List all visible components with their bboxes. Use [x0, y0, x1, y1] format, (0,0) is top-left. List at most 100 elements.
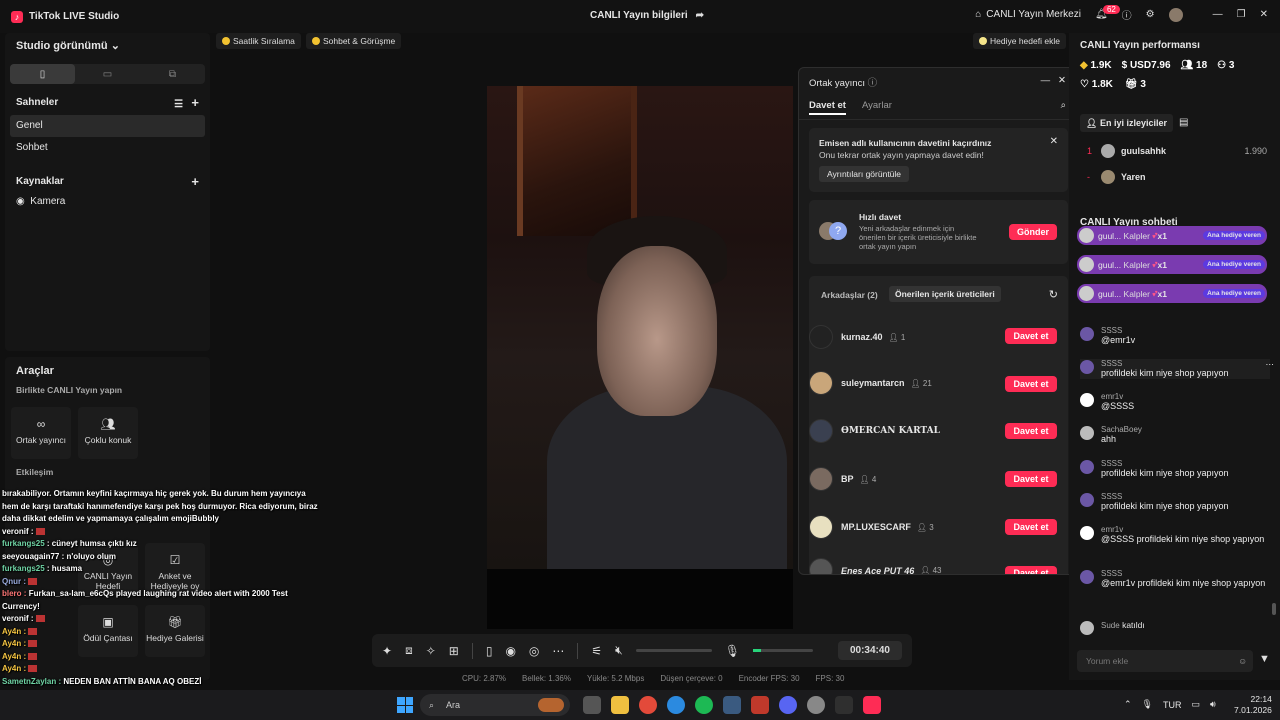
clock[interactable]: 22:14 7.01.2026: [1234, 694, 1272, 716]
media-icon[interactable]: [751, 696, 769, 714]
cohost-tool[interactable]: ∞ Ortak yayıncı: [11, 407, 71, 459]
hourly-label: Saatlik Sıralama: [233, 36, 295, 46]
invite-button[interactable]: Davet et: [1005, 519, 1057, 535]
taskbar-search[interactable]: ⌕ Ara: [420, 694, 570, 716]
source-item-camera[interactable]: ◉ Kamera: [5, 191, 210, 213]
chat-meet-chip[interactable]: Sohbet & Görüşme: [306, 33, 402, 49]
microphone-icon[interactable]: 🎙︎: [1142, 699, 1153, 710]
invite-button[interactable]: Davet et: [1005, 471, 1057, 487]
close-icon[interactable]: ✕: [1050, 136, 1058, 147]
overlay-chat: bırakabiliyor. Ortamın keyfini kaçırmaya…: [2, 488, 322, 688]
phone-icon[interactable]: ▯: [486, 644, 493, 658]
discord-icon[interactable]: [779, 696, 797, 714]
view-details-button[interactable]: Ayrıntıları görüntüle: [819, 166, 910, 182]
list-icon[interactable]: ▤: [1179, 117, 1188, 128]
volume-slider[interactable]: [635, 649, 712, 652]
overlay-user: Ay4n :: [2, 664, 27, 673]
tiktok-live-icon[interactable]: [863, 696, 881, 714]
portrait-layout-icon[interactable]: ▯: [10, 64, 75, 84]
close-icon[interactable]: ✕: [1058, 75, 1066, 86]
help-icon[interactable]: ⓘ: [1122, 7, 1132, 22]
person-plus-icon: ⚇: [1217, 60, 1227, 71]
steam-icon[interactable]: [723, 696, 741, 714]
comment-input[interactable]: Yorum ekle ☺: [1077, 650, 1253, 672]
dual-layout-icon[interactable]: ⧉: [140, 64, 205, 84]
tab-settings[interactable]: Ayarlar: [862, 100, 892, 115]
magic-wand-icon[interactable]: ✦: [382, 644, 392, 658]
chat-message[interactable]: SSSS profildeki kim niye shop yapıyon ⋯: [1080, 359, 1274, 379]
live-info-button[interactable]: CANLI Yayın bilgileri ➦: [590, 10, 704, 21]
enhance-icon[interactable]: ✧: [426, 644, 436, 658]
tiktok-logo-icon: ♪: [11, 10, 23, 23]
microphone-icon[interactable]: 🎙︎: [725, 644, 740, 658]
chat-message[interactable]: SSSS @emr1v profildeki kim niye shop yapı…: [1080, 569, 1270, 589]
notification-button[interactable]: 🔔︎ 62: [1095, 5, 1120, 20]
app-icon[interactable]: [807, 696, 825, 714]
spotify-icon[interactable]: [695, 696, 713, 714]
file-explorer-icon[interactable]: [611, 696, 629, 714]
invite-button[interactable]: Davet et: [1005, 566, 1057, 574]
send-icon[interactable]: ▼: [1259, 653, 1270, 665]
gift-item: Kalpler: [1123, 288, 1150, 299]
system-tray: ⌃ 🎙︎ TUR ▭ 🔊︎: [1124, 699, 1216, 710]
minimize-icon[interactable]: —: [1213, 9, 1223, 20]
invite-button[interactable]: Davet et: [1005, 328, 1057, 344]
chat-message[interactable]: SSSS profildeki kim niye shop yapıyon: [1080, 459, 1270, 479]
network-icon[interactable]: ▭: [1191, 699, 1200, 710]
send-button[interactable]: Gönder: [1009, 224, 1057, 240]
chat-message[interactable]: SachaBoey ahh: [1080, 425, 1270, 445]
gear-icon[interactable]: ⚙: [1146, 9, 1155, 20]
tab-friends[interactable]: Arkadaşlar (2): [821, 290, 878, 300]
maximize-icon[interactable]: ❐: [1237, 9, 1246, 20]
volume-icon[interactable]: 🔊︎: [1210, 699, 1216, 710]
record-icon[interactable]: ◉: [505, 644, 515, 658]
audio-settings-icon[interactable]: ⚟: [591, 644, 602, 658]
invite-button[interactable]: Davet et: [1005, 423, 1057, 439]
close-icon[interactable]: ✕: [1260, 9, 1268, 20]
more-icon[interactable]: ⋯: [1266, 359, 1275, 370]
add-source-icon[interactable]: +: [191, 174, 199, 189]
chevron-up-icon[interactable]: ⌃: [1124, 699, 1132, 710]
help-icon[interactable]: ⓘ: [868, 78, 878, 89]
hourly-ranking-chip[interactable]: Saatlik Sıralama: [216, 33, 301, 49]
task-view-icon[interactable]: [583, 696, 601, 714]
edge-icon[interactable]: [667, 696, 685, 714]
overlay-text: NEDEN BAN ATTİN BANA AQ OBEZİ: [63, 676, 202, 686]
add-media-icon[interactable]: ⊞: [449, 644, 459, 658]
add-scene-icon[interactable]: +: [191, 95, 199, 110]
scene-item-sohbet[interactable]: Sohbet: [5, 137, 210, 159]
live-center-button[interactable]: ⌂ CANLI Yayın Merkezi: [975, 9, 1081, 20]
stats-row-1: ◆ 1.9K $ USD7.96 👥︎ 18 ⚇ 3: [1069, 58, 1280, 73]
avatar[interactable]: [1168, 7, 1183, 22]
chat-scrollbar[interactable]: [1272, 603, 1276, 615]
multi-guest-tool[interactable]: 👥︎ Çoklu konuk: [78, 407, 138, 459]
list-icon[interactable]: ☰: [174, 99, 183, 110]
chat-message[interactable]: SSSS @emr1v: [1080, 326, 1270, 346]
invite-button[interactable]: Davet et: [1005, 376, 1057, 392]
chrome-icon[interactable]: [639, 696, 657, 714]
studio-view-dropdown[interactable]: Studio görünümü ⌄: [5, 33, 210, 58]
camera-toggle-icon[interactable]: ◎: [529, 644, 539, 658]
gift-goal-chip[interactable]: Hediye hedefi ekle: [973, 33, 1066, 49]
windows-start-icon[interactable]: [397, 697, 413, 713]
tab-invite[interactable]: Davet et: [809, 100, 846, 115]
search-icon[interactable]: ⌕: [1061, 100, 1066, 115]
scene-item-genel[interactable]: Genel: [10, 115, 205, 137]
mic-level-slider[interactable]: [752, 649, 813, 652]
emoji-icon[interactable]: ☺: [1238, 650, 1247, 672]
language-indicator[interactable]: TUR: [1163, 700, 1182, 710]
chat-message[interactable]: emr1v @SSSS profildeki kim niye shop yapı…: [1080, 525, 1270, 545]
landscape-layout-icon[interactable]: ▭: [75, 64, 140, 84]
effects-icon[interactable]: ⧈: [405, 643, 413, 658]
terminal-icon[interactable]: [835, 696, 853, 714]
more-icon[interactable]: ⋯: [552, 644, 564, 658]
chat-message[interactable]: emr1v @SSSS: [1080, 392, 1270, 412]
chat-message[interactable]: SSSS profildeki kim niye shop yapıyon: [1080, 492, 1270, 512]
top-viewers-tab[interactable]: 👤︎ En iyi izleyiciler: [1080, 114, 1173, 132]
modal-title-text: Ortak yayıncı: [809, 78, 865, 89]
speaker-muted-icon[interactable]: 🔇︎: [615, 643, 623, 658]
refresh-icon[interactable]: ↻: [1049, 288, 1058, 301]
taskbar: ⌃ 🎙︎ TUR ▭ 🔊︎ 22:14 7.01.2026: [0, 690, 1280, 720]
minimize-icon[interactable]: —: [1041, 75, 1051, 86]
tab-suggested[interactable]: Önerilen içerik üreticileri: [889, 286, 1001, 302]
